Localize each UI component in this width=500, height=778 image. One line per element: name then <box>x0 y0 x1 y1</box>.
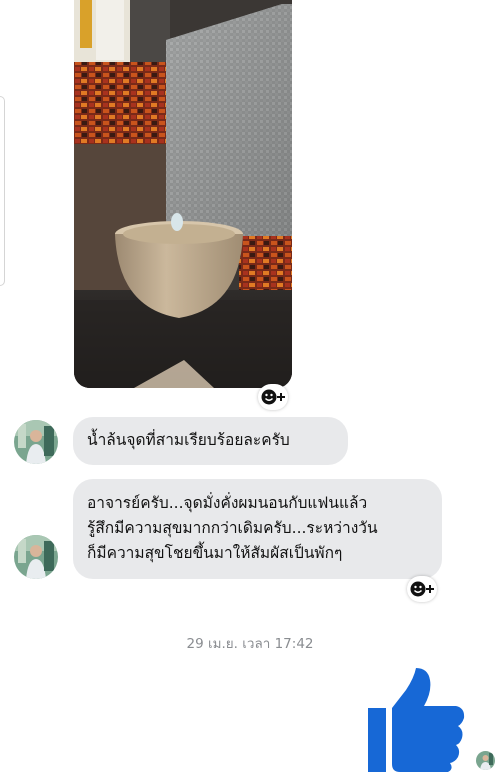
message-timestamp: 29 เม.ย. เวลา 17:42 <box>186 636 314 652</box>
like-message[interactable] <box>366 668 466 778</box>
thumbs-up-icon <box>368 668 465 772</box>
photo-message[interactable] <box>74 0 292 388</box>
message-bubble[interactable]: อาจารย์ครับ...จุดมั่งคั่งผมนอนกับแฟนแล้ว… <box>73 479 442 579</box>
message-bubble[interactable]: น้ำล้นจุดที่สามเรียบร้อยละครับ <box>73 417 348 465</box>
add-reaction-icon <box>261 389 285 405</box>
side-panel-edge <box>0 96 5 286</box>
avatar-image <box>14 420 58 464</box>
add-reaction-button[interactable] <box>258 384 288 410</box>
message-line: ก็มีความสุขโชยขึ้นมาให้สัมผัสเป็นพักๆ <box>87 544 343 562</box>
add-reaction-icon <box>410 581 434 597</box>
message-line: รู้สึกมีความสุขมากกว่าเดิมครับ...ระหว่าง… <box>87 519 378 537</box>
message-line: อาจารย์ครับ...จุดมั่งคั่งผมนอนกับแฟนแล้ว <box>87 494 368 512</box>
sender-avatar[interactable] <box>14 535 58 579</box>
add-reaction-button[interactable] <box>407 576 437 602</box>
sender-avatar[interactable] <box>14 420 58 464</box>
message-text: น้ำล้นจุดที่สามเรียบร้อยละครับ <box>87 431 290 449</box>
seen-indicator-avatar <box>476 751 495 770</box>
avatar-image <box>14 535 58 579</box>
